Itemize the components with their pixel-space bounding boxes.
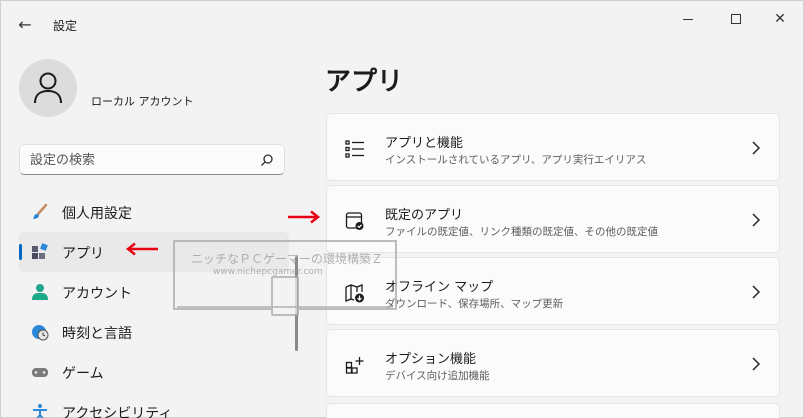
- card-title: アプリと機能: [385, 136, 464, 151]
- card-title: オフライン マップ: [385, 280, 494, 295]
- apps-list-icon: [345, 140, 364, 158]
- card-title: 既定のアプリ: [385, 208, 464, 223]
- brush-icon: [33, 203, 48, 219]
- chevron-right-icon: [752, 213, 760, 227]
- user-name: ローカル アカウント: [91, 95, 194, 108]
- search-icon[interactable]: [260, 153, 274, 167]
- card-partial[interactable]: [326, 403, 780, 418]
- avatar[interactable]: [19, 59, 77, 117]
- search-box[interactable]: [19, 144, 285, 175]
- card-title: オプション機能: [385, 352, 477, 367]
- back-button[interactable]: ←: [15, 15, 35, 35]
- sidebar-item-label: 時刻と言語: [62, 326, 132, 342]
- minimize-button[interactable]: [673, 9, 703, 29]
- page-title: アプリ: [325, 67, 404, 97]
- sidebar-item-label: 個人用設定: [62, 206, 132, 222]
- sidebar-item-personalization[interactable]: 個人用設定: [19, 192, 289, 232]
- minimize-icon: [683, 19, 693, 20]
- default-apps-icon: [345, 212, 364, 230]
- sidebar-item-label: アカウント: [62, 286, 132, 302]
- selection-indicator: [19, 244, 22, 260]
- sidebar-item-accessibility[interactable]: アクセシビリティ: [19, 392, 289, 418]
- sidebar-item-time-language[interactable]: 時刻と言語: [19, 312, 289, 352]
- sidebar-item-gaming[interactable]: ゲーム: [19, 352, 289, 392]
- watermark-title: ニッチなＰＣゲーマーの環境構築Ｚ: [191, 252, 384, 266]
- title-bar: ← 設定 ✕: [1, 1, 803, 49]
- annotation-arrow-right-icon: [288, 210, 321, 224]
- accessibility-icon: [33, 404, 47, 418]
- sidebar-item-label: アクセシビリティ: [62, 406, 173, 418]
- close-button[interactable]: ✕: [765, 9, 795, 29]
- watermark-url: www.nichepcgamer.com: [213, 267, 323, 277]
- optional-features-icon: [345, 357, 364, 374]
- chevron-right-icon: [752, 141, 760, 155]
- card-apps-features[interactable]: アプリと機能 インストールされているアプリ、アプリ実行エイリアス: [326, 113, 780, 181]
- pc-tower-icon: [271, 276, 299, 316]
- search-input[interactable]: [30, 151, 255, 169]
- clock-globe-icon: [32, 325, 49, 341]
- card-description: ダウンロード、保存場所、マップ更新: [385, 298, 564, 310]
- gamepad-icon: [32, 368, 48, 377]
- account-icon: [32, 284, 48, 300]
- watermark: ニッチなＰＣゲーマーの環境構築Ｚ www.nichepcgamer.com: [173, 240, 397, 316]
- card-description: デバイス向け追加機能: [385, 370, 490, 382]
- app-title: 設定: [53, 19, 78, 33]
- watermark-underline: [177, 306, 393, 308]
- apps-icon: [32, 243, 48, 259]
- maximize-button[interactable]: [721, 9, 751, 29]
- sidebar-item-label: アプリ: [62, 246, 104, 262]
- card-description: インストールされているアプリ、アプリ実行エイリアス: [385, 154, 647, 166]
- maximize-icon: [731, 14, 741, 24]
- chevron-right-icon: [752, 285, 760, 299]
- person-icon: [34, 72, 62, 104]
- chevron-right-icon: [752, 357, 760, 371]
- card-description: ファイルの既定値、リンク種類の既定値、その他の既定値: [385, 226, 658, 238]
- card-optional-features[interactable]: オプション機能 デバイス向け追加機能: [326, 329, 780, 397]
- sidebar-item-label: ゲーム: [62, 366, 104, 382]
- annotation-arrow-left-icon: [125, 242, 158, 256]
